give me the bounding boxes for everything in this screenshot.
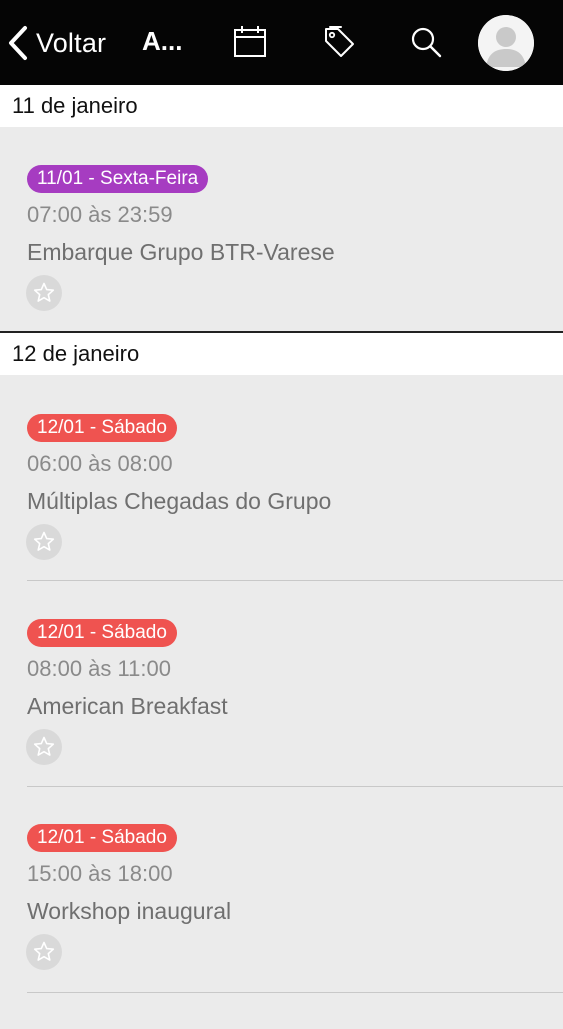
search-icon [409, 25, 443, 59]
date-badge: 12/01 - Sábado [27, 824, 177, 852]
back-label: Voltar [36, 27, 107, 58]
calendar-button[interactable] [230, 22, 270, 62]
section-header-12-janeiro: 12 de janeiro [0, 333, 563, 375]
search-button[interactable] [406, 22, 446, 62]
favorite-button[interactable] [26, 275, 62, 311]
back-button[interactable]: Voltar [8, 20, 106, 66]
star-outline-icon [32, 530, 56, 554]
navigation-bar: Voltar A... [0, 0, 563, 85]
event-american-breakfast[interactable]: 12/01 - Sábado 08:00 às 11:00 American B… [0, 619, 563, 824]
event-time: 08:00 às 11:00 [27, 656, 171, 681]
event-time: 15:00 às 18:00 [27, 861, 173, 886]
event-workshop-inaugural[interactable]: 12/01 - Sábado 15:00 às 18:00 Workshop i… [0, 824, 563, 1029]
date-badge: 11/01 - Sexta-Feira [27, 165, 209, 193]
star-outline-icon [32, 735, 56, 759]
page-title: A... [142, 26, 183, 56]
user-avatar[interactable] [478, 15, 534, 71]
section-date-label: 12 de janeiro [12, 341, 140, 366]
list-separator [27, 580, 563, 581]
favorite-button[interactable] [26, 524, 62, 560]
event-title: Embarque Grupo BTR-Varese [27, 239, 335, 265]
date-badge: 12/01 - Sábado [27, 414, 177, 442]
chevron-left-icon [8, 25, 28, 61]
tag-icon [322, 25, 356, 59]
section-header-11-janeiro: 11 de janeiro [0, 85, 563, 127]
event-title: American Breakfast [27, 693, 228, 719]
event-time: 07:00 às 23:59 [27, 202, 173, 227]
tags-button[interactable] [319, 22, 359, 62]
list-separator [27, 786, 563, 787]
calendar-icon [233, 25, 267, 59]
event-title: Múltiplas Chegadas do Grupo [27, 488, 332, 514]
star-outline-icon [32, 940, 56, 964]
event-multiplas-chegadas[interactable]: 12/01 - Sábado 06:00 às 08:00 Múltiplas … [0, 414, 563, 619]
favorite-button[interactable] [26, 729, 62, 765]
favorite-button[interactable] [26, 934, 62, 970]
list-separator [27, 992, 563, 993]
event-title: Workshop inaugural [27, 898, 232, 924]
star-outline-icon [32, 281, 56, 305]
event-time: 06:00 às 08:00 [27, 451, 173, 476]
section-date-label: 11 de janeiro [12, 93, 138, 118]
date-badge: 12/01 - Sábado [27, 619, 177, 647]
